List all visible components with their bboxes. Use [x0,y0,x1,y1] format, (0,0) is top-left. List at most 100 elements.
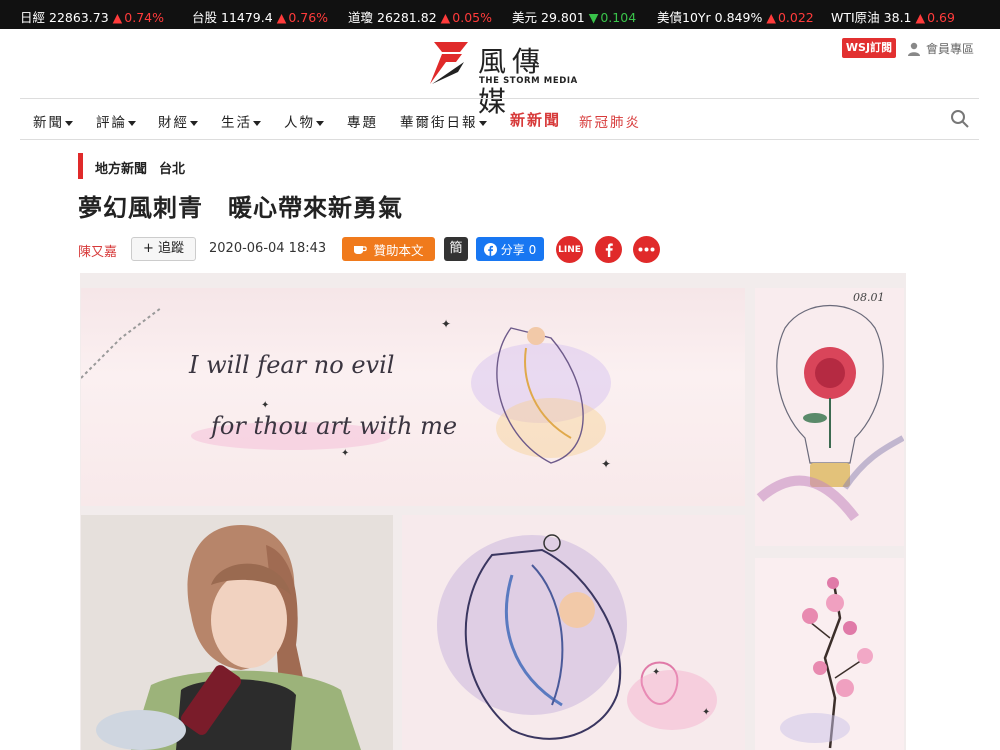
site-logo[interactable]: 風傳媒 THE STORM MEDIA [428,40,578,118]
nav-label: 生活 [221,115,252,131]
cherry-blossom-illustration [780,577,873,749]
user-icon [908,42,920,56]
sponsor-label: 贊助本文 [373,242,424,258]
more-share-button[interactable] [633,236,660,263]
member-area-link[interactable]: 會員專區 [907,40,974,57]
facebook-f-icon [605,242,613,257]
princess-tattoo-photo: ✦ ✦ [402,515,745,750]
nav-item-people[interactable]: 人物 [284,111,324,131]
ticker-name: 日經 [20,10,46,25]
nav-label: 新冠肺炎 [579,115,641,131]
chevron-down-icon [316,120,324,126]
svg-text:✦: ✦ [341,448,349,459]
artist-illustration [81,515,393,750]
nav-label: 新新聞 [510,111,562,129]
tattoo-artist-photo [81,515,393,750]
ticker-value: 22863.73 [49,10,109,25]
article-title: 夢幻風刺青 暖心帶來新勇氣 [78,194,403,222]
ticker-change: 0.104 [600,10,637,25]
script-tattoo-photo: ✦ ✦ ✦ ✦ I will fear no evil for thou art… [81,288,745,506]
princess-illustration: ✦ ✦ [437,534,717,740]
triangle-up-icon: ▲ [766,10,776,25]
bulb-rose-illustration [756,304,904,522]
chevron-down-icon [128,120,136,126]
svg-text:✦: ✦ [652,667,660,678]
tattoo-script-line-2: for thou art with me [211,412,458,440]
nav-item-new-news[interactable]: 新新聞 [510,109,561,130]
chevron-down-icon [253,120,261,126]
triangle-up-icon: ▲ [276,10,287,25]
nav-item-life[interactable]: 生活 [221,111,261,131]
nav-label: 人物 [284,115,315,131]
ticker-value: 26281.82 [377,10,437,25]
ticker-name: 台股 [192,10,218,25]
nav-label: 新聞 [33,115,64,131]
nav-item-wsj[interactable]: 華爾街日報 [400,111,487,131]
search-icon[interactable] [950,109,970,129]
svg-text:✦: ✦ [702,707,710,718]
line-share-button[interactable]: LINE [556,236,583,263]
line-label: LINE [558,244,581,255]
nav-item-features[interactable]: 專題 [347,111,378,131]
nav-item-finance[interactable]: 財經 [158,111,198,131]
svg-text:✦: ✦ [601,457,611,471]
tattoo-illustration: ✦ ✦ ✦ ✦ [81,307,611,471]
svg-text:✦: ✦ [261,400,269,411]
tattoo-script-line-1: I will fear no evil [189,351,395,379]
ticker-value: 29.801 [541,10,585,25]
bulb-date-text: 08.01 [853,291,885,304]
ticker-item[interactable]: 台股 11479.4 ▲ 0.76% [192,7,328,26]
cherry-blossom-tattoo-photo [755,558,904,750]
ticker-value: 0.849% [714,10,763,25]
category-link-local[interactable]: 地方新聞 [95,158,147,177]
more-dots-icon [638,247,655,252]
ticker-item[interactable]: 日經 22863.73 ▲ 0.74% [20,7,164,26]
wsj-subscribe-button[interactable]: WSJ訂閱 [842,38,896,58]
author-link[interactable]: 陳又嘉 [78,241,117,260]
ticker-change: 0.05% [452,10,492,25]
triangle-up-icon: ▲ [915,10,926,25]
ticker-item[interactable]: 美元 29.801 ▼ 0.104 [512,7,636,26]
coffee-icon [354,246,368,254]
nav-label: 評論 [96,115,127,131]
facebook-share-button[interactable]: 分享 0 [476,237,544,261]
nav-item-opinion[interactable]: 評論 [96,111,136,131]
logo-english-name: THE STORM MEDIA [479,76,578,86]
chevron-down-icon [190,120,198,126]
member-area-label: 會員專區 [926,42,975,56]
main-nav: 新聞 評論 財經 生活 人物 專題 華爾街日報 新新聞 新冠肺炎 [20,98,979,140]
category-link-taipei[interactable]: 台北 [159,158,185,177]
facebook-circle-button[interactable] [595,236,622,263]
svg-text:✦: ✦ [441,317,451,331]
simplified-chinese-toggle[interactable]: 簡 [444,237,468,261]
facebook-icon [483,242,497,256]
ticker-change: 0.76% [288,10,329,25]
ticker-item[interactable]: 道瓊 26281.82 ▲ 0.05% [348,7,492,26]
storm-logo-icon [430,42,468,84]
article-hero-image: ✦ ✦ ✦ ✦ I will fear no evil for thou art… [80,273,906,750]
ticker-item[interactable]: 美債10Yr 0.849% ▲ 0.022 [657,7,814,26]
nav-label: 財經 [158,115,189,131]
follow-button[interactable]: + 追蹤 [131,237,196,261]
ticker-name: WTI原油 [831,10,880,25]
ticker-value: 38.1 [883,10,912,25]
ticker-name: 美元 [512,10,538,25]
nav-label: 專題 [347,115,378,131]
ticker-change: 0.69 [927,10,955,25]
chevron-down-icon [478,120,487,126]
publish-date: 2020-06-04 18:43 [209,241,327,256]
market-ticker: 日經 22863.73 ▲ 0.74% 台股 11479.4 ▲ 0.76% 道瓊 … [0,0,1000,29]
nav-item-covid[interactable]: 新冠肺炎 [579,111,641,131]
ticker-value: 11479.4 [221,10,273,25]
nav-label: 華爾街日報 [400,115,478,131]
triangle-up-icon: ▲ [112,10,123,25]
ticker-name: 道瓊 [348,10,374,25]
triangle-down-icon: ▼ [588,10,599,25]
ticker-change: 0.022 [777,10,814,25]
ticker-name: 美債10Yr [657,10,711,25]
bulb-rose-tattoo-photo: 08.01 [755,288,904,546]
sponsor-button[interactable]: 贊助本文 [342,237,435,261]
ticker-item[interactable]: WTI原油 38.1 ▲ 0.69 [831,7,955,26]
chevron-down-icon [65,120,73,126]
nav-item-news[interactable]: 新聞 [33,111,73,131]
